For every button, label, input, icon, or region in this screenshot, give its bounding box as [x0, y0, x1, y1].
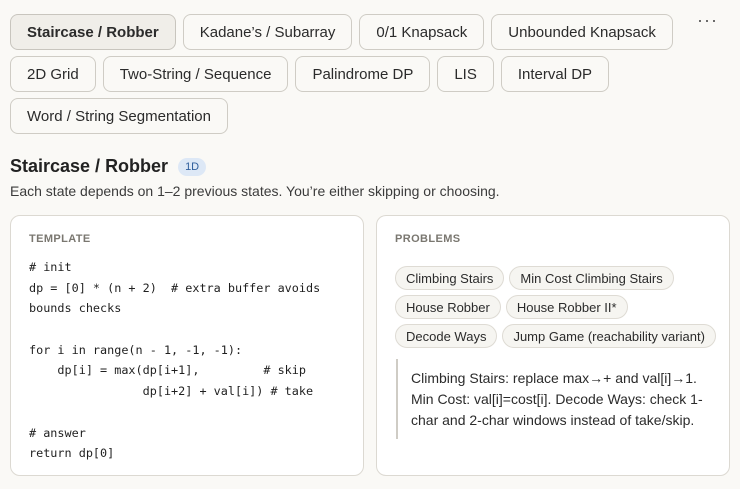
- tab-staircase-robber[interactable]: Staircase / Robber: [10, 14, 176, 50]
- problems-card: PROBLEMS Climbing Stairs Min Cost Climbin…: [376, 215, 730, 476]
- tab-word-string-segmentation[interactable]: Word / String Segmentation: [10, 98, 228, 134]
- problems-note: Climbing Stairs: replace max→+ and val[i…: [396, 359, 718, 439]
- problem-chip[interactable]: House Robber: [395, 295, 501, 319]
- code-line: # answer: [29, 425, 86, 440]
- problem-chip[interactable]: Jump Game (reachability variant): [502, 324, 716, 348]
- tab-lis[interactable]: LIS: [437, 56, 494, 92]
- code-line: dp[i] = max(dp[i+1], # skip: [29, 363, 306, 378]
- dimension-badge: 1D: [178, 157, 207, 176]
- tab-two-string-sequence[interactable]: Two-String / Sequence: [102, 56, 289, 92]
- code-line: bounds checks: [29, 301, 122, 316]
- problem-chip[interactable]: Min Cost Climbing Stairs: [509, 266, 674, 290]
- section-title: Staircase / Robber: [10, 156, 169, 176]
- problem-chip[interactable]: Decode Ways: [395, 324, 498, 348]
- code-line: # init: [29, 260, 72, 274]
- code-line: dp = [0] * (n + 2) # extra buffer avoids: [29, 280, 321, 295]
- section-description: Each state depends on 1–2 previous state…: [10, 183, 500, 199]
- template-code-block: # init dp = [0] * (n + 2) # extra buffer …: [29, 257, 320, 464]
- code-line: return dp[0]: [29, 446, 115, 461]
- template-card-label: TEMPLATE: [29, 233, 91, 245]
- problem-chip[interactable]: House Robber II*: [505, 295, 628, 319]
- code-line: for i in range(n - 1, -1, -1):: [29, 342, 243, 357]
- tab-kadane-s-subarray[interactable]: Kadane’s / Subarray: [182, 14, 353, 50]
- problem-chip[interactable]: Climbing Stairs: [395, 266, 505, 290]
- template-card: TEMPLATE # init dp = [0] * (n + 2) # extr…: [10, 215, 364, 476]
- tab-unbounded-knapsack[interactable]: Unbounded Knapsack: [491, 14, 673, 50]
- tab-0-1-knapsack[interactable]: 0/1 Knapsack: [359, 14, 485, 50]
- code-line: dp[i+2] + val[i]) # take: [29, 384, 314, 399]
- tab-2d-grid[interactable]: 2D Grid: [10, 56, 96, 92]
- tab-interval-dp[interactable]: Interval DP: [500, 56, 610, 92]
- problem-chips: Climbing Stairs Min Cost Climbing Stairs H…: [395, 266, 725, 353]
- more-options-icon[interactable]: ···: [697, 10, 718, 31]
- pattern-tabs: Staircase / Robber Kadane’s / Subarray 0/1…: [10, 14, 710, 140]
- problems-card-label: PROBLEMS: [395, 233, 461, 245]
- tab-palindrome-dp[interactable]: Palindrome DP: [295, 56, 431, 92]
- section-heading: Staircase / Robber 1D: [10, 156, 207, 177]
